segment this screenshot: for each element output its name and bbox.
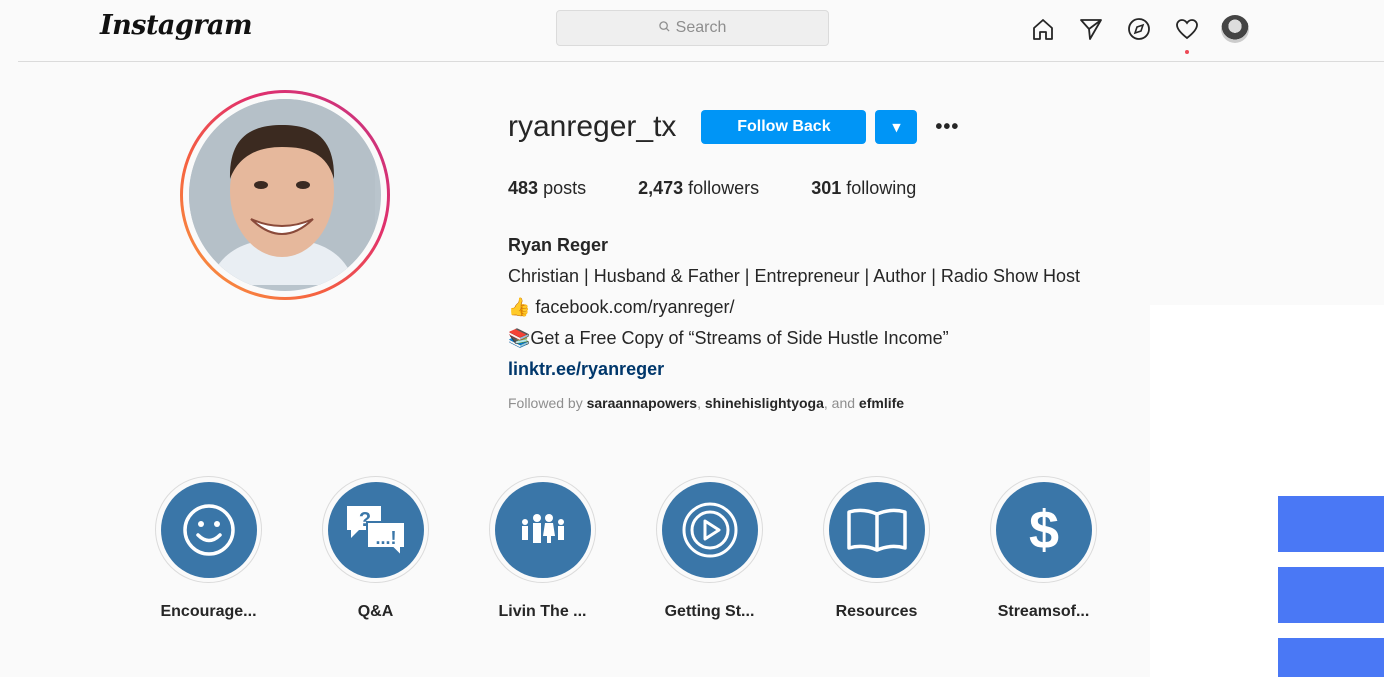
svg-text:...!: ...! [375, 528, 396, 548]
bio-line: Christian | Husband & Father | Entrepren… [508, 266, 1080, 286]
followers-stat[interactable]: 2,473 followers [638, 178, 759, 199]
nav-icons [1028, 14, 1250, 54]
highlight-item[interactable]: Encourage... [155, 476, 262, 621]
profile-title-row: ryanreger_tx Follow Back ▼ ••• [508, 108, 959, 146]
smiley-icon [182, 503, 235, 556]
profile-photo [189, 99, 381, 291]
overlay-bar [1278, 496, 1384, 552]
profile-bio: Ryan Reger Christian | Husband & Father … [508, 230, 1168, 385]
heart-icon[interactable] [1172, 14, 1202, 54]
bio-line: 👍 facebook.com/ryanreger/ [508, 297, 735, 317]
direct-icon[interactable] [1076, 14, 1106, 44]
explore-icon[interactable] [1124, 14, 1154, 44]
overlay-bar [1278, 638, 1384, 677]
posts-stat: 483 posts [508, 178, 587, 198]
speech-bubbles-icon: ?...! [346, 505, 406, 558]
highlight-item[interactable]: ?...! Q&A [322, 476, 429, 621]
followed-by-user: shinehislightyoga [704, 395, 824, 411]
notification-dot [1185, 50, 1189, 54]
top-nav-bar: Instagram Search [18, 0, 1384, 62]
svg-text:$: $ [1028, 500, 1058, 560]
highlight-label: Encourage... [160, 603, 257, 620]
family-icon [521, 513, 564, 543]
more-options-icon[interactable]: ••• [935, 116, 959, 139]
profile-header: ryanreger_tx Follow Back ▼ ••• 483 posts… [508, 108, 1080, 411]
search-icon [658, 21, 670, 35]
profile-stats: 483 posts 2,473 followers 301 following [508, 178, 968, 199]
highlight-item[interactable]: $ Streamsof... [990, 476, 1097, 621]
avatar [1221, 15, 1249, 43]
highlight-label: Livin The ... [498, 603, 587, 620]
highlight-item[interactable]: Livin The ... [489, 476, 596, 621]
followed-by[interactable]: Followed by saraannapowers, shinehisligh… [508, 395, 904, 411]
profile-avatar[interactable] [180, 90, 390, 300]
story-highlights: Encourage... ?...! Q&A Livin The ... Get… [155, 476, 1097, 621]
profile-full-name: Ryan Reger [508, 235, 609, 255]
followed-by-user: saraannapowers [586, 395, 698, 411]
bio-line: 📚Get a Free Copy of “Streams of Side Hus… [508, 328, 949, 348]
profile-username: ryanreger_tx [508, 110, 677, 143]
search-placeholder: Search [675, 19, 727, 36]
instagram-logo[interactable]: Instagram [100, 10, 253, 41]
search-input[interactable]: Search [556, 10, 829, 46]
highlight-label: Streamsof... [997, 603, 1090, 620]
highlight-label: Getting St... [664, 603, 755, 620]
highlight-label: Resources [835, 603, 918, 620]
followed-by-user: efmlife [858, 395, 905, 411]
follow-back-button[interactable]: Follow Back [701, 110, 867, 144]
overlay-bar [1278, 567, 1384, 623]
dollar-icon: $ [1028, 500, 1058, 560]
following-stat[interactable]: 301 following [811, 178, 916, 199]
highlight-label: Q&A [357, 603, 394, 620]
profile-avatar-button[interactable] [1220, 14, 1250, 44]
play-icon [682, 502, 737, 557]
highlight-item[interactable]: Getting St... [656, 476, 763, 621]
suggestions-dropdown-button[interactable]: ▼ [875, 110, 918, 144]
highlight-item[interactable]: Resources [823, 476, 930, 621]
bio-link[interactable]: linktr.ee/ryanreger [508, 354, 1168, 385]
book-icon [846, 508, 907, 552]
home-icon[interactable] [1028, 14, 1058, 44]
